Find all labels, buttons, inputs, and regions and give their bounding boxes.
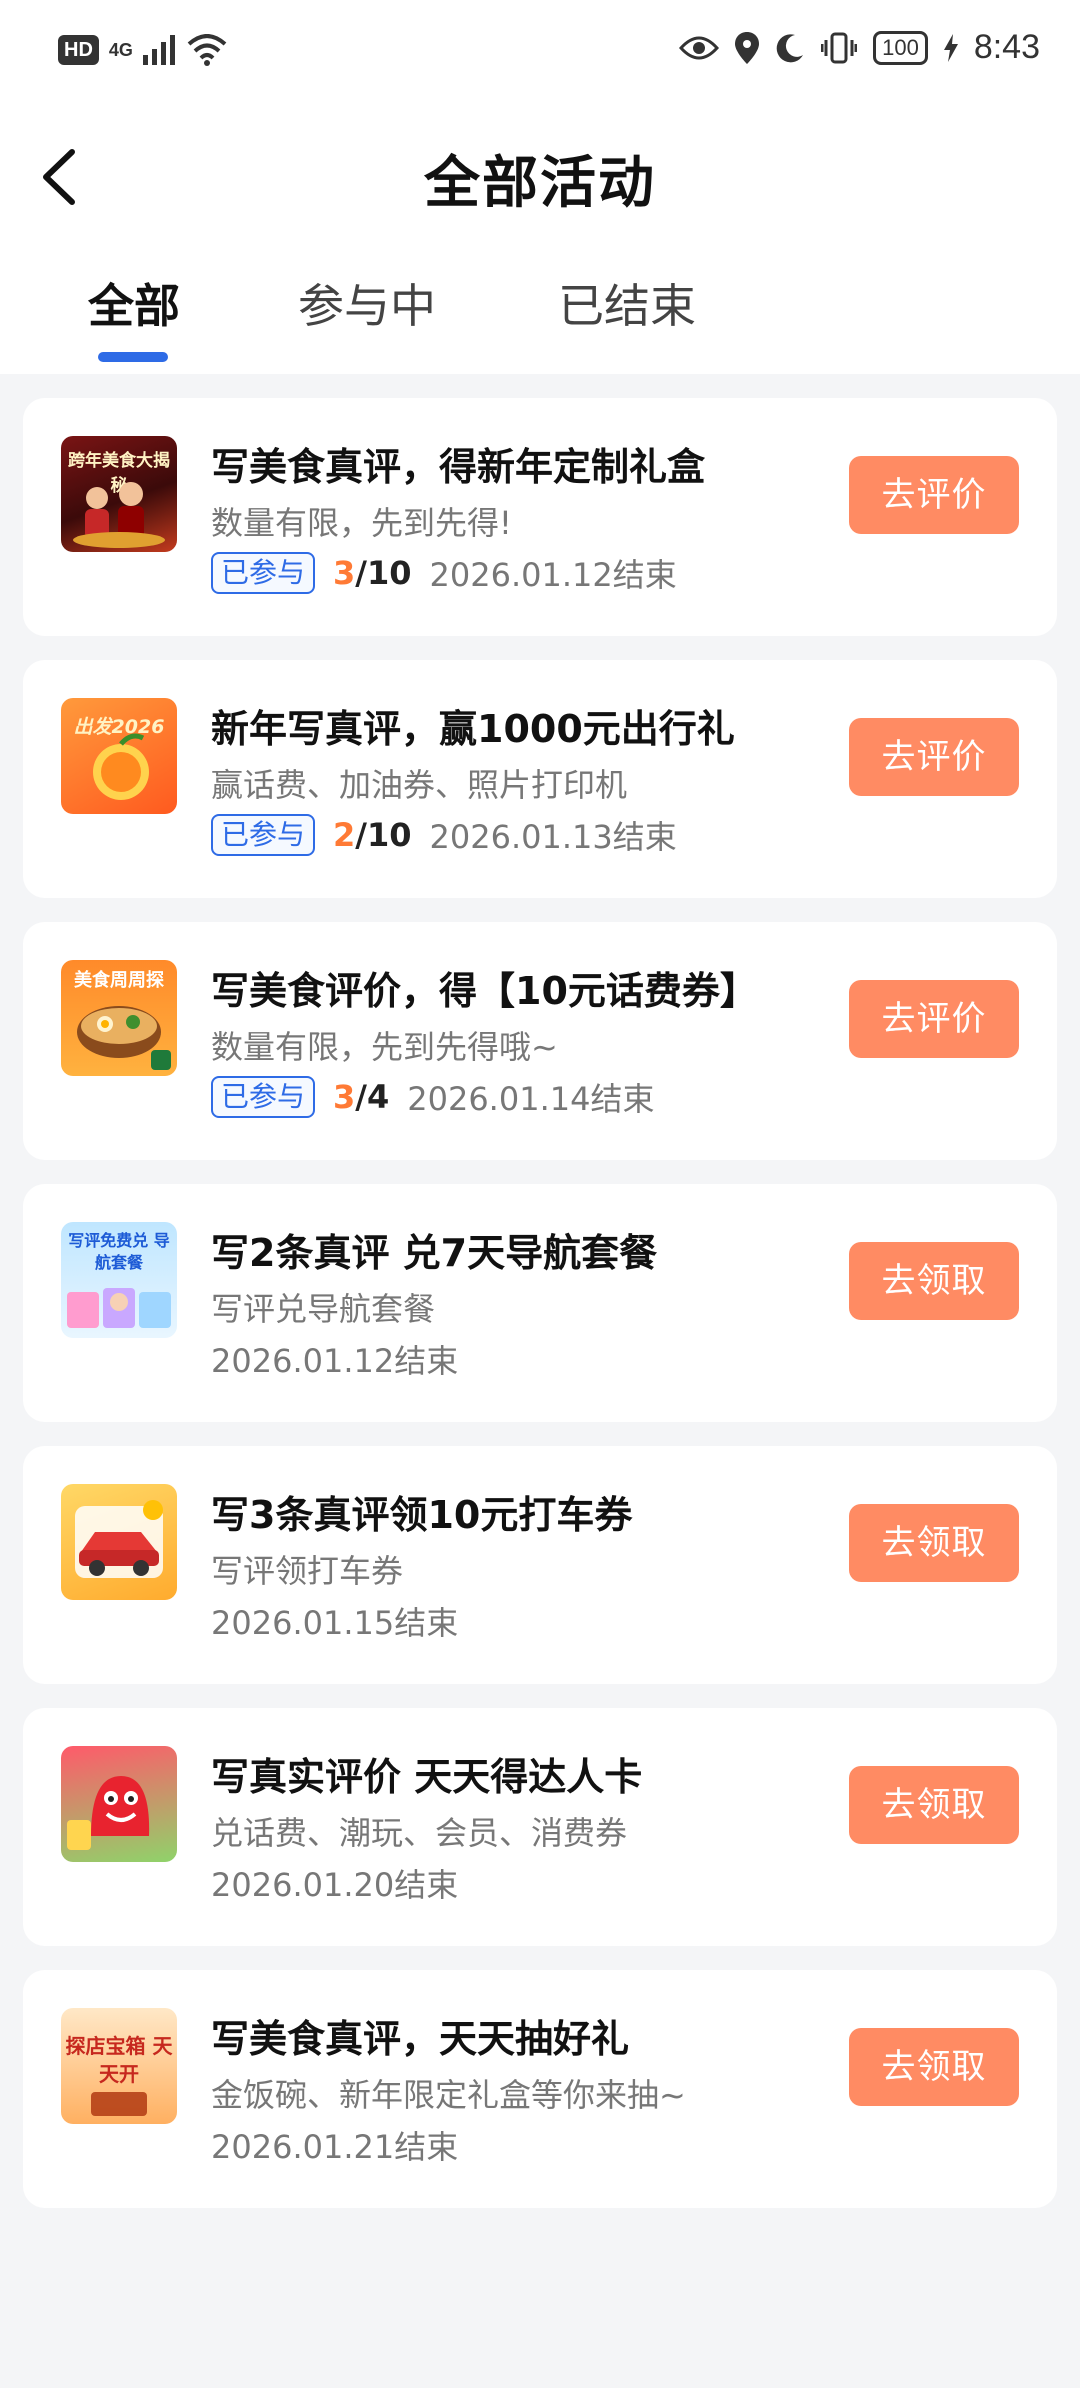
signal-icon	[142, 35, 175, 65]
progress-count: 3/10	[333, 554, 411, 592]
page-title: 全部活动	[424, 151, 656, 216]
network-type: 4G	[108, 39, 133, 60]
claim-button[interactable]: 去领取	[849, 1504, 1019, 1582]
activity-thumbnail	[61, 1484, 177, 1600]
activity-title: 写美食真评，得新年定制礼盒	[211, 445, 706, 489]
end-date: 2026.01.15结束	[211, 1604, 459, 1642]
activity-meta: 2026.01.12结束	[211, 1336, 458, 1382]
charging-icon	[943, 33, 958, 62]
progress-total: /10	[355, 554, 412, 592]
status-bar: HD 4G 100 8:43	[0, 0, 1080, 110]
activity-meta: 已参与 2/10 2026.01.13结束	[211, 812, 677, 858]
clock: 8:43	[973, 28, 1040, 66]
activity-meta: 2026.01.21结束	[211, 2122, 458, 2168]
activity-thumbnail: 写评免费兑 导航套餐	[61, 1222, 177, 1338]
status-left: HD 4G	[58, 34, 227, 66]
activity-card[interactable]: 出发2026 新年写真评，赢1000元出行礼 赢话费、加油券、照片打印机 已参与…	[23, 660, 1057, 898]
end-date: 2026.01.12结束	[211, 1342, 459, 1380]
activity-card[interactable]: 美食周周探 写美食评价，得【10元话费券】 数量有限，先到先得哦~ 已参与 3/…	[23, 922, 1057, 1160]
progress-count: 2/10	[333, 816, 411, 854]
activity-card[interactable]: 写评免费兑 导航套餐 写2条真评 兑7天导航套餐 写评兑导航套餐 2026.01…	[23, 1184, 1057, 1422]
end-date: 2026.01.20结束	[211, 1866, 459, 1904]
activity-subtitle: 金饭碗、新年限定礼盒等你来抽~	[211, 2076, 686, 2114]
tab-all[interactable]: 全部	[88, 270, 180, 336]
mascot-icon	[67, 1776, 150, 1850]
end-date: 2026.01.13结束	[429, 818, 677, 856]
activity-meta: 2026.01.15结束	[211, 1598, 458, 1644]
activity-thumbnail: 探店宝箱 天天开	[61, 2008, 177, 2124]
activity-card[interactable]: 写3条真评领10元打车券 写评领打车券 2026.01.15结束 去领取	[23, 1446, 1057, 1684]
progress-done: 3	[333, 1078, 356, 1116]
joined-badge: 已参与	[211, 552, 316, 594]
review-button[interactable]: 去评价	[849, 980, 1019, 1058]
progress-count: 3/4	[333, 1078, 389, 1116]
activity-subtitle: 写评兑导航套餐	[211, 1290, 436, 1328]
tab-bar: 全部 参与中 已结束	[0, 270, 1080, 374]
claim-button[interactable]: 去领取	[849, 1766, 1019, 1844]
car-coupon-icon	[75, 1500, 163, 1578]
activity-meta: 已参与 3/4 2026.01.14结束	[211, 1074, 654, 1120]
location-icon	[735, 31, 760, 64]
activity-card[interactable]: 探店宝箱 天天开 写美食真评，天天抽好礼 金饭碗、新年限定礼盒等你来抽~ 202…	[23, 1970, 1057, 2208]
end-date: 2026.01.14结束	[407, 1080, 655, 1118]
activity-title: 新年写真评，赢1000元出行礼	[211, 707, 735, 751]
activity-title: 写美食真评，天天抽好礼	[211, 2017, 630, 2061]
activity-title: 写真实评价 天天得达人卡	[211, 1755, 643, 1799]
status-right: 100 8:43	[679, 28, 1040, 67]
activity-thumbnail: 美食周周探	[61, 960, 177, 1076]
hd-indicator: HD	[58, 35, 99, 65]
claim-button[interactable]: 去领取	[849, 2028, 1019, 2106]
progress-total: /4	[355, 1078, 390, 1116]
activity-card[interactable]: 写真实评价 天天得达人卡 兑话费、潮玩、会员、消费券 2026.01.20结束 …	[23, 1708, 1057, 1946]
activity-meta: 2026.01.20结束	[211, 1860, 458, 1906]
progress-total: /10	[355, 816, 412, 854]
people-illustration-icon	[73, 482, 165, 548]
claim-button[interactable]: 去领取	[849, 1242, 1019, 1320]
activity-meta: 已参与 3/10 2026.01.12结束	[211, 550, 677, 596]
treasure-chest-icon	[91, 2092, 147, 2116]
eye-icon	[679, 36, 720, 59]
nav-bar: 全部活动	[0, 120, 1080, 230]
end-date: 2026.01.12结束	[429, 556, 677, 594]
review-button[interactable]: 去评价	[849, 456, 1019, 534]
moon-icon	[776, 33, 804, 62]
activity-subtitle: 兑话费、潮玩、会员、消费券	[211, 1814, 628, 1852]
joined-badge: 已参与	[211, 814, 316, 856]
activity-thumbnail: 出发2026	[61, 698, 177, 814]
activity-title: 写3条真评领10元打车券	[211, 1493, 633, 1537]
end-date: 2026.01.21结束	[211, 2128, 459, 2166]
activity-subtitle: 赢话费、加油券、照片打印机	[211, 766, 628, 804]
vibrate-icon	[821, 32, 858, 63]
wifi-icon	[187, 34, 227, 66]
peach-illustration-icon	[93, 733, 149, 800]
activity-card[interactable]: 跨年美食大揭秘 写美食真评，得新年定制礼盒 数量有限，先到先得! 已参与 3/1…	[23, 398, 1057, 636]
active-tab-indicator	[98, 352, 168, 362]
tab-ended[interactable]: 已结束	[558, 270, 696, 336]
activity-thumbnail: 跨年美食大揭秘	[61, 436, 177, 552]
joined-badge: 已参与	[211, 1076, 316, 1118]
activity-subtitle: 数量有限，先到先得!	[211, 504, 512, 542]
activity-title: 写美食评价，得【10元话费券】	[211, 969, 758, 1013]
progress-done: 3	[333, 554, 356, 592]
progress-done: 2	[333, 816, 356, 854]
navigation-banner-icon	[67, 1288, 171, 1328]
tab-participating[interactable]: 参与中	[298, 270, 436, 336]
activity-list: 跨年美食大揭秘 写美食真评，得新年定制礼盒 数量有限，先到先得! 已参与 3/1…	[23, 398, 1057, 2232]
battery-indicator: 100	[873, 30, 928, 65]
review-button[interactable]: 去评价	[849, 718, 1019, 796]
activity-subtitle: 写评领打车券	[211, 1552, 404, 1590]
activity-title: 写2条真评 兑7天导航套餐	[211, 1231, 658, 1275]
header-area: HD 4G 100 8:43 全部活动 全部 参与中 已结束	[0, 0, 1080, 374]
activity-subtitle: 数量有限，先到先得哦~	[211, 1028, 558, 1066]
noodle-bowl-icon	[77, 1006, 171, 1070]
activity-thumbnail	[61, 1746, 177, 1862]
